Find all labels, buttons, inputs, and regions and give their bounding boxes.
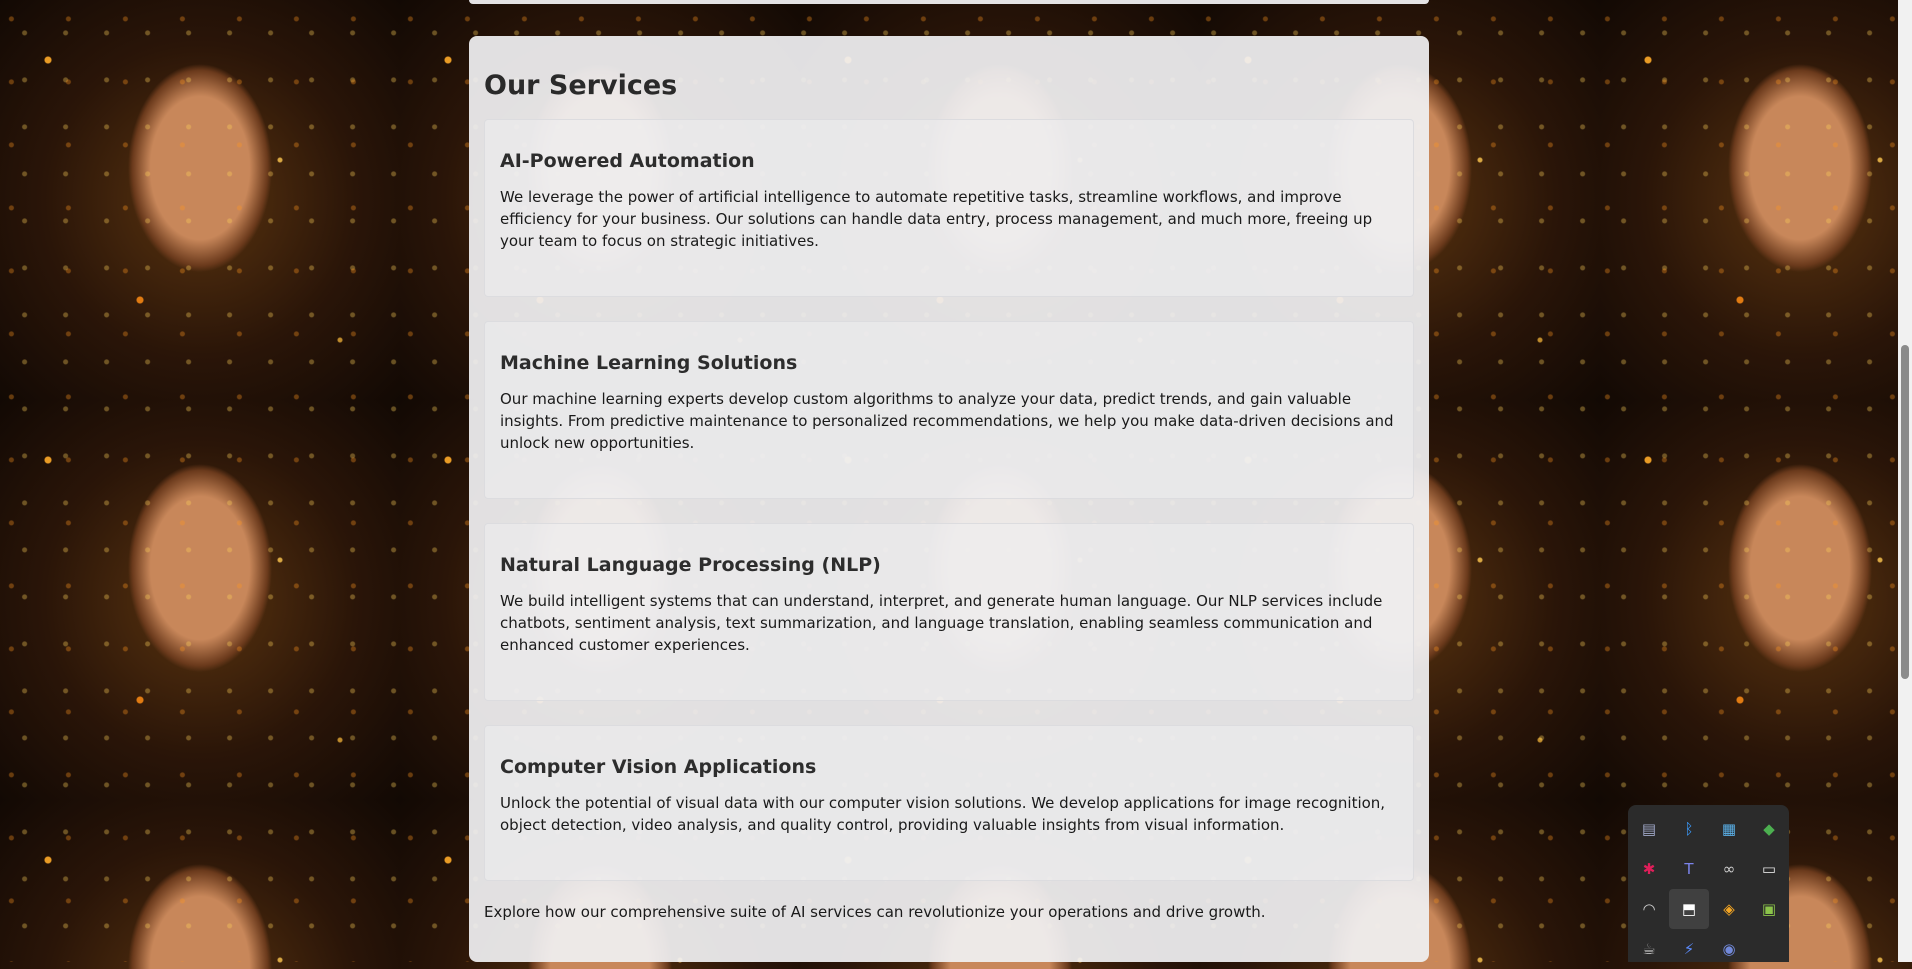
discord-icon[interactable]: ◉ (1709, 929, 1749, 969)
service-description: Our machine learning experts develop cus… (500, 390, 1394, 452)
service-card-ai-automation: AI-Powered Automation We leverage the po… (484, 119, 1414, 297)
service-description: We build intelligent systems that can un… (500, 592, 1383, 654)
service-heading: Natural Language Processing (NLP) (500, 554, 881, 576)
power-toys-icon[interactable]: ⚡ (1669, 929, 1709, 969)
page-scrollbar[interactable] (1898, 0, 1912, 962)
service-card-machine-learning: Machine Learning Solutions Our machine l… (484, 321, 1414, 499)
teams-icon[interactable]: T (1669, 849, 1709, 889)
coffee-icon[interactable]: ☕ (1629, 929, 1669, 969)
service-card-nlp: Natural Language Processing (NLP) We bui… (484, 523, 1414, 701)
services-closing-text: Explore how our comprehensive suite of A… (484, 903, 1266, 921)
service-heading: Machine Learning Solutions (500, 352, 798, 374)
service-heading: AI-Powered Automation (500, 150, 755, 172)
previous-card-edge (469, 0, 1429, 4)
chat-app-icon[interactable]: ▤ (1629, 809, 1669, 849)
security-shield-icon[interactable]: ◆ (1749, 809, 1789, 849)
bookmark-icon[interactable]: ⬒ (1669, 889, 1709, 929)
scrollbar-thumb[interactable] (1901, 345, 1909, 679)
layers-icon[interactable]: ◈ (1709, 889, 1749, 929)
service-heading: Computer Vision Applications (500, 756, 817, 778)
battery-icon[interactable]: ▭ (1749, 849, 1789, 889)
link-tool-icon[interactable]: ∞ (1709, 849, 1749, 889)
service-card-computer-vision: Computer Vision Applications Unlock the … (484, 725, 1414, 881)
network-monitor-icon[interactable]: ▦ (1709, 809, 1749, 849)
services-section: Our Services AI-Powered Automation We le… (469, 36, 1429, 962)
bluetooth-icon[interactable]: ᛒ (1669, 809, 1709, 849)
slack-icon[interactable]: ✱ (1629, 849, 1669, 889)
wifi-icon[interactable]: ◠ (1629, 889, 1669, 929)
service-description: We leverage the power of artificial inte… (500, 188, 1373, 250)
color-picker-icon[interactable]: ▣ (1749, 889, 1789, 929)
system-tray-overflow: ▤ ᛒ ▦ ◆ ✱ T ∞ ▭ ◠ ⬒ ◈ ▣ ☕ ⚡ ◉ (1628, 805, 1789, 962)
services-title: Our Services (484, 70, 678, 101)
service-description: Unlock the potential of visual data with… (500, 794, 1386, 834)
